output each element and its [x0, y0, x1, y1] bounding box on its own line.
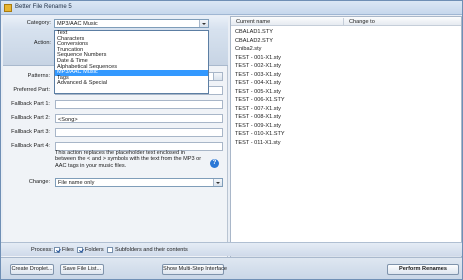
file-row[interactable]: TEST - 006-X1.STY	[235, 97, 285, 104]
file-row[interactable]: Cniba2.sty	[235, 46, 261, 53]
fallback3-field[interactable]	[55, 128, 223, 137]
column-separator[interactable]	[343, 18, 344, 25]
patterns-label: Patterns:	[27, 73, 50, 79]
file-row[interactable]: TEST - 010-X1.STY	[235, 131, 285, 138]
column-current-name[interactable]: Current name	[236, 19, 270, 25]
fallback4-label: Fallback Part 4:	[11, 143, 50, 149]
file-row[interactable]: TEST - 008-X1.sty	[235, 114, 281, 121]
app-icon	[4, 4, 12, 12]
category-dropdown[interactable]: MP3/AAC Music	[54, 19, 209, 28]
file-row[interactable]: TEST - 001-X1.sty	[235, 55, 281, 62]
file-list-header: Current name Change to	[231, 17, 461, 26]
category-bar: Category: MP3/AAC Music	[3, 16, 228, 30]
change-value: File name only	[58, 180, 95, 186]
files-label: Files	[62, 247, 74, 253]
change-dropdown[interactable]: File name only	[55, 178, 223, 187]
file-row[interactable]: TEST - 011-X1.sty	[235, 140, 281, 147]
file-row[interactable]: TEST - 005-X1.sty	[235, 89, 281, 96]
file-row[interactable]: TEST - 004-X1.sty	[235, 80, 281, 87]
fallback2-value: <Song>	[58, 116, 78, 123]
bottom-button-bar: Create Droplet... Save File List... Show…	[1, 257, 462, 279]
window-title: Better File Rename 5	[15, 4, 72, 10]
fallback2-field[interactable]: <Song>	[55, 114, 223, 123]
create-droplet-button[interactable]: Create Droplet...	[10, 264, 54, 275]
file-row[interactable]: CBALAD2.STY	[235, 38, 273, 45]
chevron-down-icon[interactable]	[213, 73, 222, 80]
chevron-down-icon[interactable]	[199, 20, 208, 27]
category-value: MP3/AAC Music	[57, 21, 98, 27]
category-options-list[interactable]: Text Characters Conversions Truncation Seque…	[54, 30, 209, 94]
action-label: Action:	[33, 40, 51, 46]
column-change-to[interactable]: Change to	[349, 19, 375, 25]
file-row[interactable]: TEST - 009-X1.sty	[235, 123, 281, 130]
app-window: Better File Rename 5 Category: MP3/AAC M…	[0, 0, 463, 280]
subfolders-label: Subfolders and their contents	[115, 247, 188, 253]
title-bar: Better File Rename 5	[1, 1, 462, 15]
change-label: Change:	[28, 179, 50, 185]
preferred-part-label: Preferred Part:	[13, 87, 50, 93]
subfolders-checkbox[interactable]	[107, 247, 113, 253]
save-file-list-button[interactable]: Save File List...	[60, 264, 104, 275]
help-icon[interactable]: ?	[210, 159, 219, 168]
fallback1-field[interactable]	[55, 100, 223, 109]
fallback3-label: Fallback Part 3:	[11, 129, 50, 135]
folders-label: Folders	[85, 247, 104, 253]
action-description: This action replaces the placeholder tex…	[55, 150, 202, 169]
file-row[interactable]: TEST - 007-X1.sty	[235, 106, 281, 113]
chevron-down-icon[interactable]	[213, 179, 222, 186]
show-multi-step-button[interactable]: Show Multi-Step Interface	[162, 264, 227, 275]
file-row[interactable]: TEST - 002-X1.sty	[235, 63, 281, 70]
files-checkbox[interactable]	[54, 247, 60, 253]
file-row[interactable]: CBALAD1.STY	[235, 29, 273, 36]
process-options-bar: Process: Files Folders Subfolders and th…	[1, 242, 462, 256]
process-label: Process:	[31, 247, 53, 253]
file-list-panel: Current name Change to CBALAD1.STY CBALAD…	[230, 16, 462, 257]
folders-checkbox[interactable]	[77, 247, 83, 253]
category-label: Category:	[26, 20, 51, 26]
file-row[interactable]: TEST - 003-X1.sty	[235, 72, 281, 79]
category-option[interactable]: Advanced & Special	[55, 81, 208, 87]
perform-renames-button[interactable]: Perform Renames	[387, 264, 459, 275]
fallback1-label: Fallback Part 1:	[11, 101, 50, 107]
action-settings-panel: Category: MP3/AAC Music Action: Text Char…	[3, 16, 228, 257]
fallback2-label: Fallback Part 2:	[11, 115, 50, 121]
